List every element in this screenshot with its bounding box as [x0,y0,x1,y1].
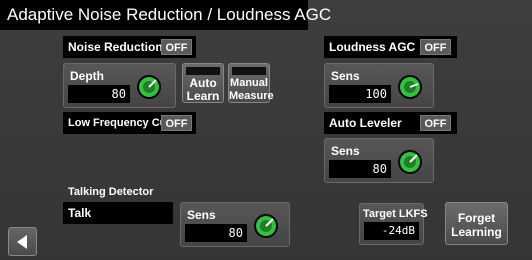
manual-measure-button[interactable]: Manual Measure [228,63,274,103]
target-lkfs-value: -24dB [364,222,419,240]
loudness-agc-header: Loudness AGC OFF [324,36,457,58]
depth-panel[interactable]: Depth 80 [63,63,176,108]
auto-leveler-toggle[interactable]: OFF [420,115,451,131]
leveler-sens-value: 80 [329,160,391,178]
noise-reduction-toggle[interactable]: OFF [161,39,192,55]
talk-sens-panel[interactable]: Sens 80 [180,202,290,247]
knob-icon[interactable] [136,74,162,100]
talk-sens-value: 80 [185,224,247,242]
talk-status-label: Talk [68,206,92,220]
manual-measure-label: Manual Measure [229,77,274,102]
depth-label: Depth [70,69,104,83]
agc-sens-panel[interactable]: Sens 100 [324,63,434,108]
back-button[interactable] [8,227,37,256]
low-frequency-cut-label: Low Frequency Cut [68,117,171,129]
auto-leveler-label: Auto Leveler [329,116,402,130]
talking-detector-label: Talking Detector [68,186,154,198]
forget-learning-label: Forget Learning [451,211,502,239]
agc-sens-label: Sens [331,69,360,83]
screen: Adaptive Noise Reduction / Loudness AGC … [0,0,532,260]
auto-learn-label: Auto Learn [186,76,220,103]
leveler-sens-panel[interactable]: Sens 80 [324,138,434,183]
knob-icon[interactable] [253,213,279,239]
knob-icon[interactable] [397,149,423,175]
loudness-agc-label: Loudness AGC [329,40,416,54]
noise-reduction-header: Noise Reduction OFF [63,36,196,58]
page-title: Adaptive Noise Reduction / Loudness AGC [0,0,331,30]
target-lkfs-label: Target LKFS [363,208,428,220]
low-frequency-cut-header: Low Frequency Cut OFF [63,112,196,134]
auto-learn-button[interactable]: Auto Learn [182,63,224,103]
low-frequency-cut-toggle[interactable]: OFF [161,115,192,131]
leveler-sens-label: Sens [331,144,360,158]
forget-learning-button[interactable]: Forget Learning [445,202,508,245]
talking-detector-status: Talk [63,202,173,224]
target-lkfs-panel[interactable]: Target LKFS -24dB [359,203,428,245]
depth-value: 80 [68,85,130,103]
knob-icon[interactable] [397,74,423,100]
talk-sens-label: Sens [187,208,216,222]
loudness-agc-toggle[interactable]: OFF [420,39,451,55]
auto-leveler-header: Auto Leveler OFF [324,112,457,134]
agc-sens-value: 100 [329,85,391,103]
back-arrow-icon [17,235,27,249]
noise-reduction-label: Noise Reduction [68,40,163,54]
